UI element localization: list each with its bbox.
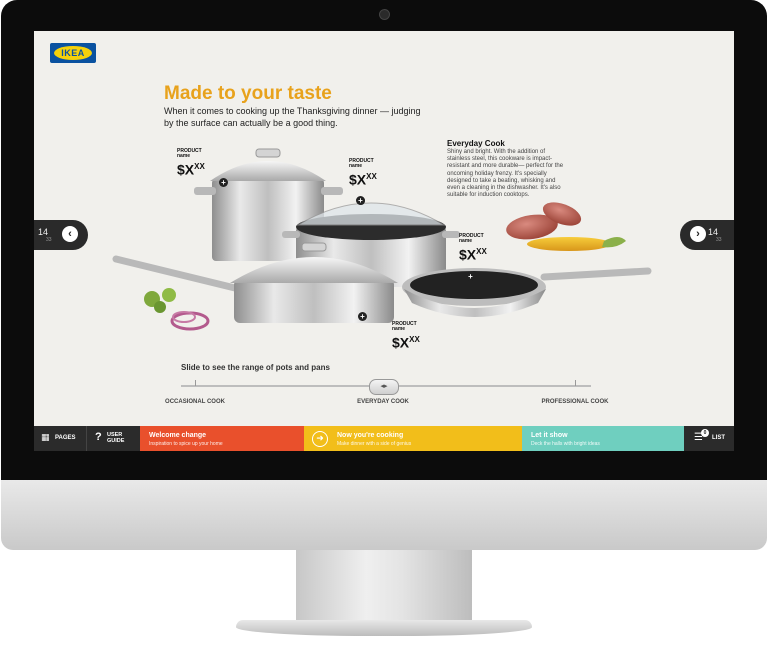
currency-symbol: $ [349,171,357,188]
product-hotspot-plus-icon[interactable]: + [466,272,475,281]
section-now-youre-cooking[interactable]: ➜ Now you're cooking Make dinner with a … [304,426,522,451]
product-description: Everyday Cook Shiny and bright. With the… [447,139,567,199]
monitor-stand-neck [296,550,472,620]
product-hotspot-plus-icon[interactable]: + [356,196,365,205]
currency-symbol: $ [177,161,185,178]
slider-stop-occasional[interactable]: OCCASIONAL COOK [160,399,230,406]
description-body: Shiny and bright. With the addition of s… [447,149,564,199]
chevron-right-icon[interactable]: › [690,226,706,242]
slider-label: Slide to see the range of pots and pans [181,363,330,372]
page-number: 14 [38,227,49,237]
user-guide-label: USER GUIDE [107,432,125,444]
price-tag[interactable]: PRODUCT name $XXX [392,322,422,351]
price-value: X [184,161,195,178]
price-cents: XX [476,247,487,256]
price-label: PRODUCT name [177,148,202,159]
price-cents: XX [194,162,205,171]
user-guide-button[interactable]: ? USER GUIDE [86,426,141,451]
section-let-it-show[interactable]: Let it show Deck the halls with bright i… [522,426,684,451]
description-heading: Everyday Cook [447,139,505,148]
section-title: Welcome change [149,432,207,439]
camera-icon [379,9,390,20]
price-label: PRODUCT name [392,321,417,332]
next-page-tab[interactable]: › 14 33 [680,220,734,250]
price-label: PRODUCT name [459,233,484,244]
section-welcome-change[interactable]: Welcome change Inspiration to spice up y… [140,426,304,451]
bottom-nav-bar: ▦ PAGES ? USER GUIDE Welcome change Insp… [34,426,734,451]
sprouts-image [144,288,210,331]
price-tag[interactable]: PRODUCT name $XXX [459,234,489,263]
price-label: PRODUCT name [349,158,374,169]
currency-symbol: $ [459,246,467,263]
slider-stop-everyday[interactable]: EVERYDAY COOK [348,399,418,406]
pages-button[interactable]: ▦ PAGES [34,426,86,451]
list-button[interactable]: ☰ 0 LIST [684,426,734,451]
slider-stop-professional[interactable]: PROFESSIONAL COOK [540,399,610,406]
page-total: 33 [46,237,52,243]
price-value: X [466,246,477,263]
section-title: Let it show [531,432,568,439]
frying-pan[interactable] [402,267,652,317]
section-subtitle: Inspiration to spice up your home [149,441,223,447]
corn-image [527,237,626,251]
price-cents: XX [409,335,420,344]
price-cents: XX [366,172,377,181]
pages-label: PAGES [55,435,76,441]
product-hotspot-plus-icon[interactable]: + [358,312,367,321]
slider-tick [575,380,576,386]
help-icon: ? [95,431,102,443]
monitor-chin [1,480,767,550]
potatoes-image [506,202,582,240]
list-count-badge: 0 [701,429,709,437]
price-tag[interactable]: PRODUCT name $XXX [349,159,379,188]
slider-tick [195,380,196,386]
product-hotspot-plus-icon[interactable]: + [219,178,228,187]
section-title: Now you're cooking [337,432,404,439]
price-tag[interactable]: PRODUCT name $XXX [177,149,205,178]
prev-page-tab[interactable]: 14 33 ‹ [34,220,88,250]
arrow-right-icon: ➜ [312,431,328,447]
section-subtitle: Make dinner with a side of genius [337,441,412,447]
list-label: LIST [712,435,725,441]
price-value: X [399,334,410,351]
price-value: X [356,171,367,188]
chevron-left-icon[interactable]: ‹ [62,226,78,242]
page-total: 33 [716,237,722,243]
monitor-stand-foot [236,620,532,636]
currency-symbol: $ [392,334,400,351]
slider-thumb[interactable]: ◂▸ [369,379,399,395]
page-number: 14 [708,227,719,237]
section-subtitle: Deck the halls with bright ideas [531,441,600,447]
catalog-page: IKEA Made to your taste When it comes to… [34,31,734,451]
grid-icon: ▦ [41,433,50,443]
